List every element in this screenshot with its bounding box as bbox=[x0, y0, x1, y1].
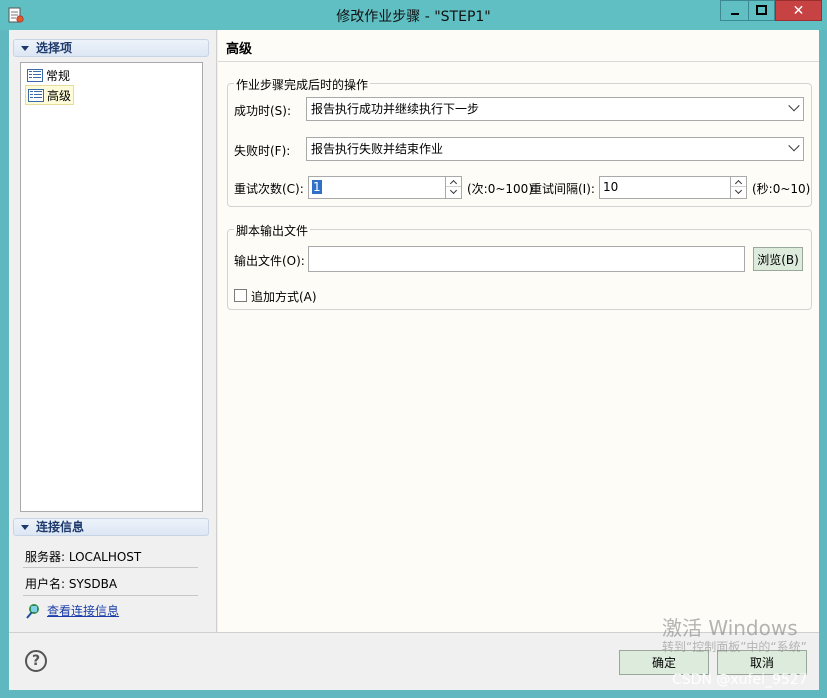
page-icon bbox=[28, 88, 44, 102]
fail-label: 失败时(F): bbox=[234, 144, 291, 158]
csdn-watermark: CSDN @xufei_9527 bbox=[672, 672, 808, 688]
retry-count-label: 重试次数(C): bbox=[234, 182, 304, 196]
retry-interval-hint: (秒:0~10) bbox=[752, 182, 811, 196]
collapse-triangle-icon bbox=[21, 525, 29, 530]
close-icon: ✕ bbox=[792, 2, 805, 19]
window-title: 修改作业步骤 - "STEP1" bbox=[336, 9, 491, 25]
chevron-down-icon bbox=[734, 186, 743, 195]
divider bbox=[23, 595, 198, 596]
tree-item-general[interactable]: 常规 bbox=[25, 65, 72, 85]
retry-interval-label: 重试间隔(I): bbox=[530, 182, 595, 196]
select-section-header[interactable]: 选择项 bbox=[13, 39, 209, 57]
dialog-body: 选择项 常规 高级 连接信息 服务器: LOCALHOST 用户名: SYSDB… bbox=[9, 30, 819, 690]
activate-windows-watermark: 激活 Windows bbox=[662, 616, 798, 640]
collapse-triangle-icon bbox=[21, 46, 29, 51]
activate-windows-subtext: 转到“控制面板”中的“系统” bbox=[662, 640, 807, 654]
connection-icon bbox=[26, 603, 39, 619]
close-button[interactable]: ✕ bbox=[775, 0, 822, 21]
user-info: 用户名: SYSDBA bbox=[25, 577, 118, 591]
retry-interval-value: 10 bbox=[603, 180, 619, 194]
append-checkbox[interactable] bbox=[234, 289, 247, 302]
tree-item-advanced[interactable]: 高级 bbox=[25, 85, 75, 105]
connection-section-header[interactable]: 连接信息 bbox=[13, 518, 209, 536]
server-info: 服务器: LOCALHOST bbox=[25, 550, 142, 564]
tree-item-label: 高级 bbox=[47, 88, 72, 103]
select-section-label: 选择项 bbox=[36, 41, 73, 55]
spinner-buttons bbox=[730, 177, 746, 198]
chevron-up-icon bbox=[449, 179, 458, 187]
maximize-icon bbox=[756, 5, 767, 15]
divider bbox=[218, 61, 819, 62]
view-connection-label: 查看连接信息 bbox=[47, 604, 120, 618]
minimize-icon bbox=[730, 12, 739, 15]
group-legend: 脚本输出文件 bbox=[234, 222, 311, 239]
output-file-label: 输出文件(O): bbox=[234, 254, 305, 268]
maximize-button[interactable] bbox=[748, 0, 775, 21]
spin-down-button[interactable] bbox=[731, 186, 746, 197]
group-legend: 作业步骤完成后时的操作 bbox=[234, 76, 371, 93]
chevron-down-icon bbox=[449, 186, 458, 195]
spin-up-button[interactable] bbox=[731, 177, 746, 187]
output-file-input[interactable] bbox=[308, 246, 745, 272]
page-tree: 常规 高级 bbox=[20, 62, 203, 512]
success-action-select[interactable]: 报告执行成功并继续执行下一步 bbox=[306, 97, 804, 121]
minimize-button[interactable] bbox=[720, 0, 748, 21]
fail-action-value: 报告执行失败并结束作业 bbox=[311, 142, 444, 156]
retry-count-spinner[interactable]: 1 bbox=[308, 176, 462, 199]
spin-up-button[interactable] bbox=[446, 177, 461, 187]
spinner-buttons bbox=[445, 177, 461, 198]
retry-count-value: 1 bbox=[312, 180, 322, 194]
left-pane: 选择项 常规 高级 连接信息 服务器: LOCALHOST 用户名: SYSDB… bbox=[9, 30, 217, 632]
view-connection-link[interactable]: 查看连接信息 bbox=[25, 602, 119, 619]
chevron-down-icon bbox=[788, 140, 800, 152]
fail-action-select[interactable]: 报告执行失败并结束作业 bbox=[306, 137, 804, 161]
spin-down-button[interactable] bbox=[446, 186, 461, 197]
retry-interval-spinner[interactable]: 10 bbox=[599, 176, 747, 199]
page-title: 高级 bbox=[226, 42, 253, 57]
chevron-up-icon bbox=[734, 179, 743, 187]
chevron-down-icon bbox=[788, 100, 800, 112]
page-icon bbox=[27, 68, 43, 82]
success-action-value: 报告执行成功并继续执行下一步 bbox=[311, 102, 480, 116]
after-completion-group: 作业步骤完成后时的操作 成功时(S): 报告执行成功并继续执行下一步 失败时(F… bbox=[227, 76, 812, 207]
right-pane: 高级 作业步骤完成后时的操作 成功时(S): 报告执行成功并继续执行下一步 失败… bbox=[218, 30, 819, 632]
divider bbox=[23, 567, 198, 568]
retry-count-hint: (次:0~100) bbox=[467, 182, 534, 196]
append-label: 追加方式(A) bbox=[251, 290, 317, 304]
browse-button[interactable]: 浏览(B) bbox=[753, 247, 803, 271]
title-bar: 修改作业步骤 - "STEP1" ✕ bbox=[0, 0, 827, 30]
script-output-group: 脚本输出文件 输出文件(O): 浏览(B) 追加方式(A) bbox=[227, 222, 812, 310]
help-icon[interactable]: ? bbox=[25, 650, 47, 672]
connection-section-label: 连接信息 bbox=[36, 520, 85, 534]
tree-item-label: 常规 bbox=[46, 68, 71, 83]
success-label: 成功时(S): bbox=[234, 104, 292, 118]
